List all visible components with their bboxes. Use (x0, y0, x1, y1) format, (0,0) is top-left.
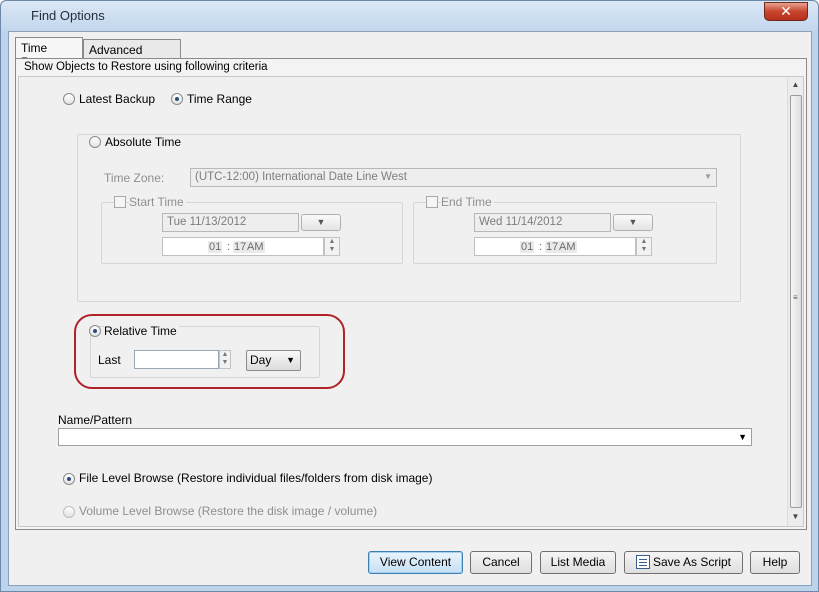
view-content-label: View Content (379, 555, 452, 569)
save-as-script-label: Save As Script (652, 555, 732, 569)
tab-time-range[interactable]: Time Range (15, 37, 83, 69)
latest-backup-label: Latest Backup (79, 92, 156, 106)
end-time-field[interactable]: 01 : 17 AM (474, 237, 636, 256)
list-media-button[interactable]: List Media (540, 551, 616, 574)
window-title: Find Options (31, 8, 105, 23)
title-bar[interactable]: Find Options ✕ (1, 1, 818, 31)
time-range-panel: Show Objects to Restore using following … (15, 58, 807, 530)
end-time-label: End Time (441, 195, 494, 209)
latest-backup-radio[interactable] (63, 93, 75, 105)
scroll-up-icon[interactable]: ▲ (788, 77, 803, 93)
cancel-button[interactable]: Cancel (470, 551, 532, 574)
start-time-spinner[interactable]: ▲ ▼ (324, 237, 340, 256)
relative-time-radio[interactable] (89, 325, 101, 337)
start-date-dropdown-button[interactable]: ▼ (301, 214, 341, 231)
save-as-script-button[interactable]: Save As Script (624, 551, 743, 574)
close-icon: ✕ (780, 3, 792, 19)
find-options-window: Find Options ✕ Time Range Advanced Optio… (0, 0, 819, 592)
view-content-button[interactable]: View Content (368, 551, 463, 574)
start-time-checkbox[interactable] (114, 196, 126, 208)
spin-down-icon[interactable]: ▼ (637, 246, 651, 254)
start-time-field[interactable]: 01 : 17 AM (162, 237, 324, 256)
name-pattern-combo[interactable]: ▼ (58, 428, 752, 446)
chevron-down-icon[interactable]: ▼ (738, 432, 747, 442)
cancel-label: Cancel (482, 555, 520, 569)
start-time-separator: : (227, 241, 231, 253)
help-label: Help (762, 555, 788, 569)
end-hour[interactable]: 01 (520, 241, 535, 253)
start-ampm[interactable]: AM (246, 241, 265, 253)
close-button[interactable]: ✕ (764, 2, 808, 21)
chevron-down-icon: ▼ (286, 355, 295, 365)
spin-up-icon[interactable]: ▲ (325, 238, 339, 246)
spin-down-icon[interactable]: ▼ (325, 246, 339, 254)
list-media-label: List Media (550, 555, 606, 569)
volume-level-browse-radio[interactable] (63, 506, 75, 518)
relative-unit-select[interactable]: Day ▼ (246, 350, 301, 371)
last-value-input[interactable] (134, 350, 219, 369)
spin-up-icon[interactable]: ▲ (637, 238, 651, 246)
time-zone-select[interactable]: (UTC-12:00) International Date Line West… (190, 168, 717, 187)
vertical-scrollbar[interactable]: ▲ ≡ ▼ (787, 77, 803, 526)
chevron-down-icon: ▼ (628, 217, 638, 227)
start-time-label: Start Time (129, 195, 186, 209)
start-date-value: Tue 11/13/2012 (167, 216, 247, 228)
grip-icon: ≡ (793, 293, 798, 302)
start-hour[interactable]: 01 (208, 241, 223, 253)
time-zone-label: Time Zone: (104, 171, 165, 185)
criteria-scroll-area: Latest Backup Time Range Absolute Time T… (18, 76, 804, 527)
end-time-checkbox[interactable] (426, 196, 438, 208)
time-range-radio[interactable] (171, 93, 183, 105)
absolute-time-label: Absolute Time (105, 135, 182, 149)
end-ampm[interactable]: AM (558, 241, 577, 253)
absolute-time-radio[interactable] (89, 136, 101, 148)
relative-time-label: Relative Time (104, 324, 179, 338)
time-range-label: Time Range (187, 92, 252, 106)
last-label: Last (98, 353, 121, 367)
chevron-down-icon: ▼ (316, 217, 326, 227)
help-button[interactable]: Help (750, 551, 800, 574)
end-date-dropdown-button[interactable]: ▼ (613, 214, 653, 231)
chevron-down-icon: ▼ (704, 172, 712, 181)
file-level-browse-label: File Level Browse (Restore individual fi… (79, 471, 433, 485)
dialog-client-area: Time Range Advanced Options Show Objects… (8, 31, 812, 586)
volume-level-browse-label: Volume Level Browse (Restore the disk im… (79, 504, 378, 518)
file-level-browse-radio[interactable] (63, 473, 75, 485)
tab-advanced-options[interactable]: Advanced Options (83, 39, 181, 71)
panel-title: Show Objects to Restore using following … (24, 61, 268, 73)
time-zone-value: (UTC-12:00) International Date Line West (195, 171, 407, 183)
end-time-spinner[interactable]: ▲ ▼ (636, 237, 652, 256)
spin-up-icon[interactable]: ▲ (220, 351, 230, 359)
spin-down-icon[interactable]: ▼ (220, 359, 230, 367)
end-date-field[interactable]: Wed 11/14/2012 (474, 213, 611, 232)
end-time-separator: : (539, 241, 543, 253)
relative-unit-value: Day (250, 353, 272, 367)
scrollbar-thumb[interactable]: ≡ (790, 95, 802, 508)
last-value-spinner[interactable]: ▲ ▼ (219, 350, 231, 369)
name-pattern-label: Name/Pattern (58, 413, 133, 427)
script-icon (635, 555, 650, 569)
scroll-down-icon[interactable]: ▼ (788, 509, 803, 525)
end-date-value: Wed 11/14/2012 (479, 216, 563, 228)
start-date-field[interactable]: Tue 11/13/2012 (162, 213, 299, 232)
